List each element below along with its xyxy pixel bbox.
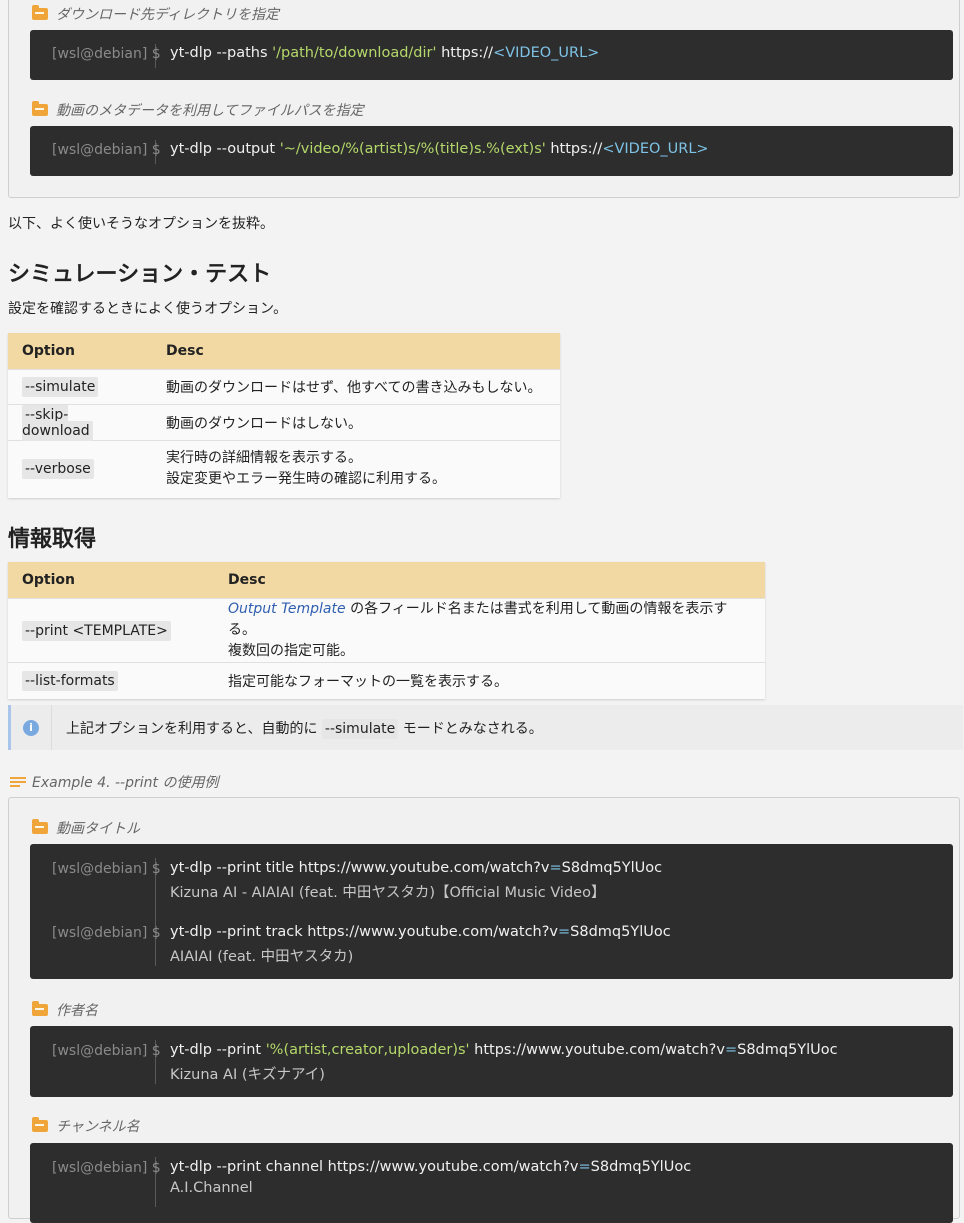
command[interactable]: yt-dlp --output '~/video/%(artist)s/%(ti… — [170, 141, 709, 157]
table-row: --simulate 動画のダウンロードはせず、他すべての書き込みもしない。 — [8, 369, 560, 405]
command[interactable]: yt-dlp --paths '/path/to/download/dir' h… — [170, 45, 599, 61]
simulation-options-table: Option Desc --simulate 動画のダウンロードはせず、他すべて… — [8, 333, 560, 498]
caption-video-title: 動画タイトル — [32, 818, 140, 838]
prompt: [wsl@debian] $ — [52, 142, 161, 158]
option-code: --skip-download — [22, 404, 93, 441]
prompt: [wsl@debian] $ — [52, 1160, 161, 1176]
option-code: --verbose — [22, 459, 94, 480]
terminal-block-paths: [wsl@debian] $ yt-dlp --paths '/path/to/… — [30, 30, 953, 80]
example-caption: Example 4. --print の使用例 — [10, 772, 218, 792]
col-desc: Desc — [152, 333, 560, 370]
terminal-block-output: [wsl@debian] $ yt-dlp --output '~/video/… — [30, 126, 953, 176]
table-row: --skip-download 動画のダウンロードはしない。 — [8, 404, 560, 441]
prompt: [wsl@debian] $ — [52, 925, 161, 941]
folder-icon — [32, 1001, 48, 1016]
command[interactable]: yt-dlp --print title https://www.youtube… — [170, 860, 662, 876]
terminal-block-channel: [wsl@debian] $ yt-dlp --print channel ht… — [30, 1143, 953, 1223]
option-desc: 指定可能なフォーマットの一覧を表示する。 — [214, 662, 765, 699]
option-desc: Output Template の各フィールド名または書式を利用して動画の情報を… — [214, 598, 765, 663]
caption-metadata-path: 動画のメタデータを利用してファイルパスを指定 — [32, 100, 364, 120]
command[interactable]: yt-dlp --print channel https://www.youtu… — [170, 1159, 691, 1175]
option-code: --list-formats — [22, 670, 118, 691]
command-output: Kizuna AI (キズナアイ) — [170, 1067, 325, 1083]
folder-icon — [32, 101, 48, 116]
table-row: --list-formats 指定可能なフォーマットの一覧を表示する。 — [8, 662, 765, 699]
terminal-block-title: [wsl@debian] $ yt-dlp --print title http… — [30, 844, 953, 979]
prompt: [wsl@debian] $ — [52, 46, 161, 62]
caption-download-dir: ダウンロード先ディレクトリを指定 — [32, 4, 279, 24]
intro-text: 以下、よく使いそうなオプションを抜粋。 — [8, 216, 274, 232]
heading-simulation: シミュレーション・テスト — [8, 262, 272, 287]
prompt: [wsl@debian] $ — [52, 861, 161, 877]
output-template-link[interactable]: Output Template — [228, 601, 346, 617]
terminal-block-author: [wsl@debian] $ yt-dlp --print '%(artist,… — [30, 1026, 953, 1097]
command-output: A.I.Channel — [170, 1180, 253, 1196]
heading-info: 情報取得 — [8, 527, 97, 552]
caption-channel: チャンネル名 — [32, 1116, 140, 1136]
command-output: Kizuna AI - AIAIAI (feat. 中田ヤスタカ)【Offici… — [170, 885, 606, 901]
folder-icon — [32, 819, 48, 834]
list-icon — [10, 775, 26, 789]
command[interactable]: yt-dlp --print track https://www.youtube… — [170, 924, 671, 940]
col-option: Option — [8, 333, 152, 370]
option-desc: 実行時の詳細情報を表示する。 設定変更やエラー発生時の確認に利用する。 — [152, 440, 560, 498]
option-desc: 動画のダウンロードはせず、他すべての書き込みもしない。 — [152, 369, 560, 405]
command[interactable]: yt-dlp --print '%(artist,creator,uploade… — [170, 1042, 838, 1058]
col-option: Option — [8, 562, 214, 599]
folder-icon — [32, 1117, 48, 1132]
table-row: --print <TEMPLATE> Output Template の各フィー… — [8, 598, 765, 663]
table-row: --verbose 実行時の詳細情報を表示する。 設定変更やエラー発生時の確認に… — [8, 440, 560, 498]
option-code: --print <TEMPLATE> — [22, 620, 171, 641]
option-desc: 動画のダウンロードはしない。 — [152, 404, 560, 441]
simulation-description: 設定を確認するときによく使うオプション。 — [8, 301, 288, 317]
folder-icon — [32, 5, 48, 20]
command-output: AIAIAI (feat. 中田ヤスタカ) — [170, 949, 354, 965]
note-text: 上記オプションを利用すると、自動的に --simulate モードとみなされる。 — [66, 718, 543, 739]
info-admonition: i 上記オプションを利用すると、自動的に --simulate モードとみなされ… — [8, 705, 963, 750]
table-header: Option Desc — [8, 333, 560, 370]
simulate-code: --simulate — [321, 718, 399, 739]
info-icon: i — [23, 719, 39, 736]
option-code: --simulate — [22, 377, 99, 397]
col-desc: Desc — [214, 562, 765, 599]
caption-author: 作者名 — [32, 1000, 98, 1020]
table-header: Option Desc — [8, 562, 765, 599]
info-options-table: Option Desc --print <TEMPLATE> Output Te… — [8, 562, 765, 699]
prompt: [wsl@debian] $ — [52, 1043, 161, 1059]
